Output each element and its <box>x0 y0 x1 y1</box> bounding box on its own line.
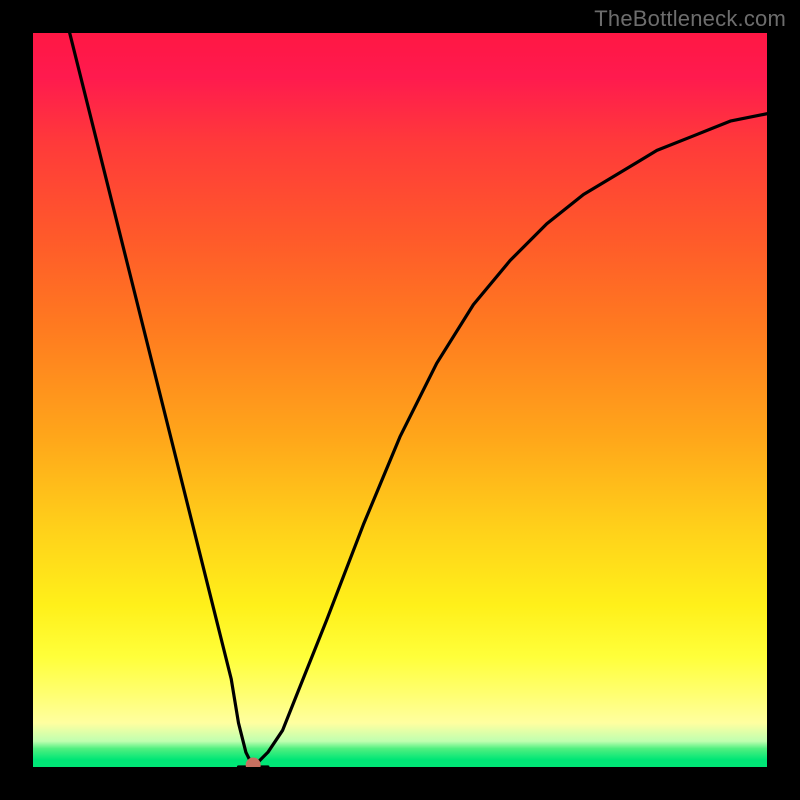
watermark-text: TheBottleneck.com <box>594 6 786 32</box>
curve-layer <box>33 33 767 767</box>
chart-frame: TheBottleneck.com <box>0 0 800 800</box>
bottleneck-curve <box>70 33 767 767</box>
plot-area <box>33 33 767 767</box>
